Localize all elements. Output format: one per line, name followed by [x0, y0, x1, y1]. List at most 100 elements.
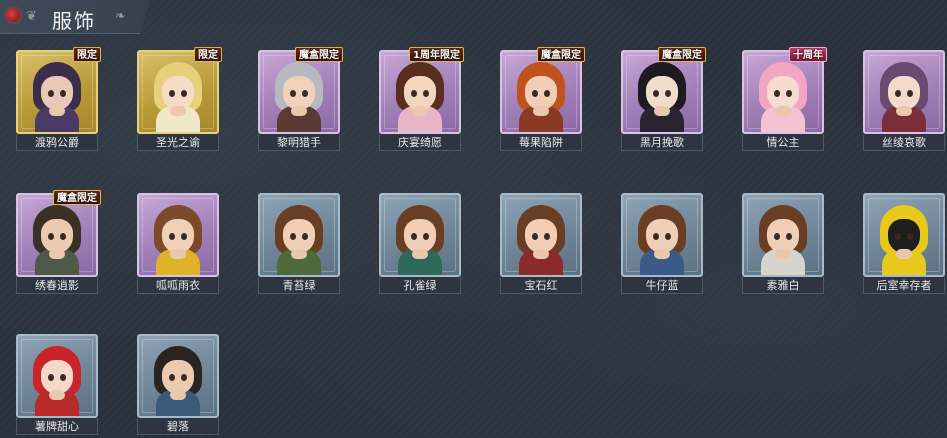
costume-portrait: [271, 62, 327, 132]
costume-portrait: [271, 205, 327, 275]
costume-frame: [379, 193, 461, 277]
hands: [533, 249, 549, 259]
costume-frame: [258, 193, 340, 277]
costume-card[interactable]: 1周年限定庆宴绮愿: [376, 47, 464, 151]
face: [525, 76, 557, 110]
costume-frame: [137, 193, 219, 277]
limited-tag: 魔盒限定: [537, 47, 585, 62]
costume-portrait: [634, 62, 690, 132]
hands: [170, 106, 186, 116]
costume-portrait: [513, 62, 569, 132]
costume-portrait: [755, 62, 811, 132]
costume-frame: [621, 193, 703, 277]
limited-tag: 魔盒限定: [53, 190, 101, 205]
page-header: ❦ 服饰 ❧: [0, 0, 150, 34]
costume-name: 青苔绿: [258, 277, 340, 294]
hands: [412, 249, 428, 259]
costume-card[interactable]: 后室幸存者: [860, 190, 947, 294]
ornament-right-icon: ❧: [115, 9, 126, 24]
hands: [896, 106, 912, 116]
hands: [896, 249, 912, 259]
costume-name: 孔雀绿: [379, 277, 461, 294]
hands: [775, 249, 791, 259]
costume-name: 宝石红: [500, 277, 582, 294]
costume-name: 素雅白: [742, 277, 824, 294]
hands: [291, 106, 307, 116]
costume-card[interactable]: 魔盒限定 黎明猎手: [255, 47, 343, 151]
costume-portrait: [392, 205, 448, 275]
page-title: 服饰: [52, 9, 96, 33]
hands: [49, 390, 65, 400]
face: [888, 76, 920, 110]
costume-frame: [863, 193, 945, 277]
costume-card[interactable]: 碧落: [134, 331, 222, 435]
hands: [49, 106, 65, 116]
limited-tag: 1周年限定: [409, 47, 464, 62]
limited-tag: 魔盒限定: [295, 47, 343, 62]
costume-portrait: [876, 205, 932, 275]
close-dot-icon[interactable]: [6, 8, 20, 22]
costume-name: 呱呱雨衣: [137, 277, 219, 294]
hands: [291, 249, 307, 259]
costume-card[interactable]: 限定圣光之谕: [134, 47, 222, 151]
limited-tag: 魔盒限定: [658, 47, 706, 62]
costume-card[interactable]: 素雅白: [739, 190, 827, 294]
face: [646, 76, 678, 110]
costume-card[interactable]: 十周年 情公主: [739, 47, 827, 151]
costume-name: 渡鸦公爵: [16, 134, 98, 151]
hands: [775, 106, 791, 116]
costume-frame: [137, 334, 219, 418]
costume-portrait: [29, 62, 85, 132]
hands: [170, 390, 186, 400]
costume-name: 后室幸存者: [863, 277, 945, 294]
face: [41, 76, 73, 110]
face: [162, 219, 194, 253]
costume-frame: [863, 50, 945, 134]
costume-card[interactable]: 青苔绿: [255, 190, 343, 294]
costume-portrait: [29, 205, 85, 275]
costume-name: 莓果陷阱: [500, 134, 582, 151]
hands: [654, 106, 670, 116]
costume-card[interactable]: 牛仔蓝: [618, 190, 706, 294]
costume-name: 碧落: [137, 418, 219, 435]
face: [283, 76, 315, 110]
face: [41, 219, 73, 253]
face: [41, 360, 73, 394]
costume-portrait: [392, 62, 448, 132]
costume-card[interactable]: 孔雀绿: [376, 190, 464, 294]
face: [283, 219, 315, 253]
costume-name: 黑月挽歌: [621, 134, 703, 151]
costume-card[interactable]: 宝石红: [497, 190, 585, 294]
face: [525, 219, 557, 253]
hands: [170, 249, 186, 259]
hands: [654, 249, 670, 259]
costume-frame: [16, 334, 98, 418]
face: [162, 360, 194, 394]
limited-tag: 限定: [73, 47, 101, 62]
costume-card[interactable]: 呱呱雨衣: [134, 190, 222, 294]
costume-name: 绣春逍影: [16, 277, 98, 294]
face: [646, 219, 678, 253]
hands: [533, 106, 549, 116]
costume-name: 庆宴绮愿: [379, 134, 461, 151]
costume-card[interactable]: 丝绫哀歌: [860, 47, 947, 151]
face: [404, 76, 436, 110]
costume-card[interactable]: 魔盒限定绣春逍影: [13, 190, 101, 294]
costume-name: 圣光之谕: [137, 134, 219, 151]
costume-card[interactable]: 魔盒限定莓果陷阱: [497, 47, 585, 151]
costume-name: 丝绫哀歌: [863, 134, 945, 151]
hands: [49, 249, 65, 259]
costume-portrait: [150, 205, 206, 275]
costume-portrait: [150, 346, 206, 416]
costume-portrait: [634, 205, 690, 275]
costume-name: 薯牌甜心: [16, 418, 98, 435]
costume-card[interactable]: 限定渡鸦公爵: [13, 47, 101, 151]
costume-card[interactable]: 薯牌甜心: [13, 331, 101, 435]
costume-card[interactable]: 魔盒限定黑月挽歌: [618, 47, 706, 151]
costume-name: 情公主: [742, 134, 824, 151]
limited-tag: 限定: [194, 47, 222, 62]
hands: [412, 106, 428, 116]
costume-portrait: [876, 62, 932, 132]
face: [767, 219, 799, 253]
face: [767, 76, 799, 110]
